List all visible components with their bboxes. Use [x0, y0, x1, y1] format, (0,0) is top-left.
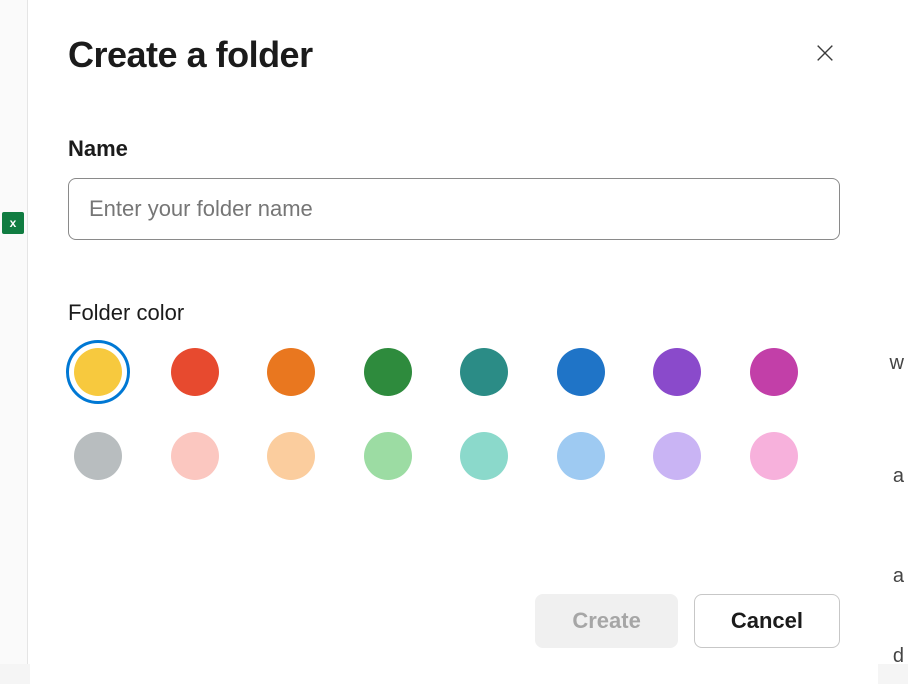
excel-file-icon: x: [2, 212, 24, 234]
color-cell: [744, 348, 841, 396]
color-swatch-light-teal[interactable]: [460, 432, 508, 480]
dialog-footer: Create Cancel: [68, 594, 840, 648]
color-cell: [551, 348, 648, 396]
cancel-button[interactable]: Cancel: [694, 594, 840, 648]
create-folder-dialog: Create a folder Name Folder color Create…: [30, 0, 878, 684]
color-swatch-light-orange[interactable]: [267, 432, 315, 480]
color-swatch-pink[interactable]: [750, 432, 798, 480]
background-right-panel: w a a d: [882, 0, 908, 664]
color-cell: [68, 348, 165, 396]
color-cell: [454, 432, 551, 480]
color-cell: [165, 432, 262, 480]
color-cell: [647, 432, 744, 480]
folder-name-input[interactable]: [68, 178, 840, 240]
color-cell: [454, 348, 551, 396]
folder-color-label: Folder color: [68, 300, 840, 326]
color-cell: [358, 348, 455, 396]
color-swatch-orange[interactable]: [267, 348, 315, 396]
color-swatch-light-red[interactable]: [171, 432, 219, 480]
background-left-panel: x: [0, 0, 28, 664]
color-swatch-light-green[interactable]: [364, 432, 412, 480]
close-icon: [814, 42, 836, 64]
create-button[interactable]: Create: [535, 594, 677, 648]
color-swatch-green[interactable]: [364, 348, 412, 396]
color-swatch-light-blue[interactable]: [557, 432, 605, 480]
color-swatch-magenta[interactable]: [750, 348, 798, 396]
color-swatch-red[interactable]: [171, 348, 219, 396]
color-cell: [68, 432, 165, 480]
close-button[interactable]: [810, 38, 840, 71]
color-swatch-light-purple[interactable]: [653, 432, 701, 480]
color-cell: [165, 348, 262, 396]
color-grid: [68, 348, 840, 480]
name-label: Name: [68, 136, 840, 162]
color-swatch-blue[interactable]: [557, 348, 605, 396]
dialog-header: Create a folder: [68, 34, 840, 76]
dialog-title: Create a folder: [68, 34, 313, 76]
color-cell: [551, 432, 648, 480]
color-cell: [744, 432, 841, 480]
color-cell: [261, 348, 358, 396]
color-cell: [261, 432, 358, 480]
color-cell: [647, 348, 744, 396]
color-swatch-purple[interactable]: [653, 348, 701, 396]
color-swatch-yellow[interactable]: [74, 348, 122, 396]
color-cell: [358, 432, 455, 480]
color-swatch-grey[interactable]: [74, 432, 122, 480]
color-swatch-teal[interactable]: [460, 348, 508, 396]
